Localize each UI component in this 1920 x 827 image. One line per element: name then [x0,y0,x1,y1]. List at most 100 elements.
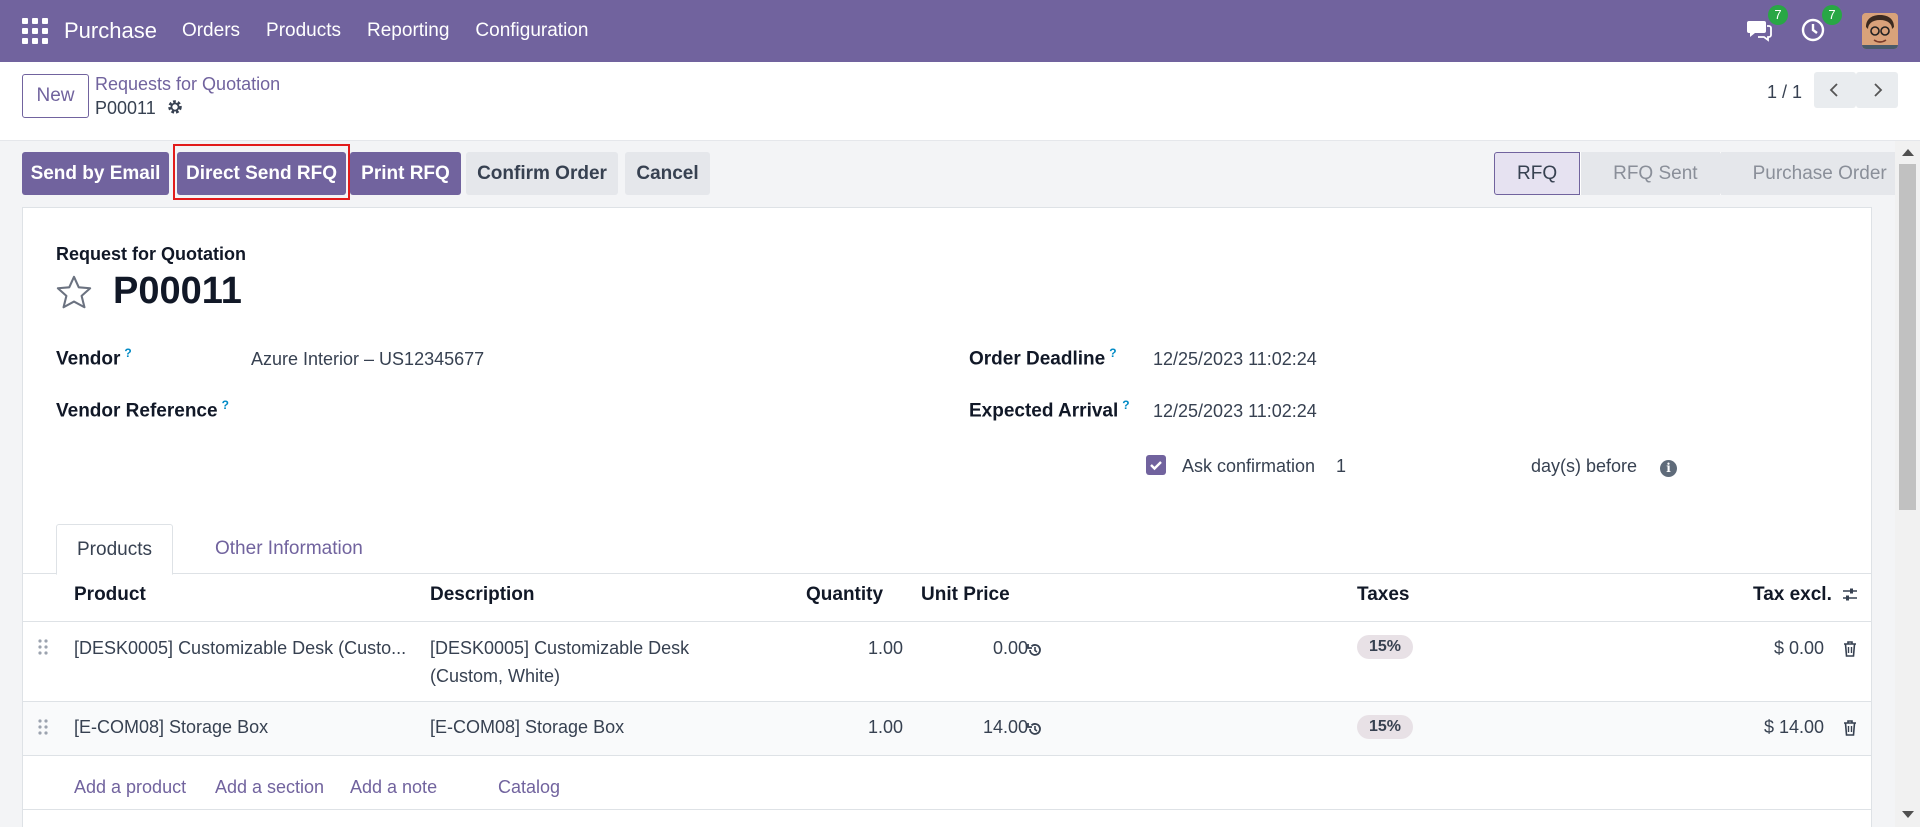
column-description[interactable]: Description [430,584,535,606]
top-navbar: Purchase Orders Products Reporting Confi… [0,0,1920,62]
confirm-order-button[interactable]: Confirm Order [466,152,618,195]
table-row[interactable]: [E-COM08] Storage Box [E-COM08] Storage … [23,702,1871,756]
days-before-label: day(s) before [1531,456,1638,476]
row-product[interactable]: [E-COM08] Storage Box [74,717,268,738]
drag-handle-icon[interactable] [37,718,49,736]
messages-button[interactable]: 7 [1746,5,1788,45]
column-product[interactable]: Product [74,584,146,606]
chevron-right-icon [1874,83,1883,97]
breadcrumb-parent[interactable]: Requests for Quotation [95,74,280,95]
messages-badge: 7 [1768,5,1788,25]
scroll-up-arrow-icon[interactable] [1902,149,1914,156]
order-deadline-label: Order Deadline? [969,346,1117,370]
help-marker: ? [1122,398,1130,412]
app-title[interactable]: Purchase [64,18,157,44]
ask-confirmation-days-input[interactable]: 1 [1336,456,1516,477]
vendor-label: Vendor? [56,346,132,370]
stage-rfq[interactable]: RFQ [1494,152,1581,195]
cancel-button[interactable]: Cancel [625,152,710,195]
send-by-email-button[interactable]: Send by Email [22,152,169,195]
row-description[interactable]: [E-COM08] Storage Box [430,717,624,738]
document-name: P00011 [113,270,242,312]
add-section-link[interactable]: Add a section [215,777,324,798]
catalog-link[interactable]: Catalog [498,777,560,798]
vendor-reference-field[interactable] [251,398,931,424]
activities-button[interactable]: 7 [1800,5,1842,45]
ask-confirmation-checkbox[interactable] [1146,455,1166,475]
menu-reporting[interactable]: Reporting [354,20,462,42]
order-deadline-field[interactable]: 12/25/2023 11:02:24 [1153,349,1317,370]
check-icon [1150,461,1162,471]
table-row[interactable]: [DESK0005] Customizable Desk (Custo... [… [23,622,1871,702]
stage-purchase-order-label: Purchase Order [1752,163,1887,184]
activities-badge: 7 [1822,5,1842,25]
help-marker: ? [221,398,229,412]
tax-badge[interactable]: 15% [1357,635,1414,659]
history-icon[interactable] [1026,720,1044,738]
row-subtotal: $ 0.00 [1773,638,1824,658]
scroll-down-arrow-icon[interactable] [1902,811,1914,818]
app-grid-icon[interactable] [22,18,48,44]
expected-arrival-label-text: Expected Arrival [969,400,1119,422]
page-scrollbar[interactable] [1895,141,1920,827]
row-description[interactable]: [DESK0005] Customizable Desk [430,638,689,659]
document-type: Request for Quotation [56,244,246,264]
stage-purchase-order[interactable]: Purchase Order [1719,152,1909,195]
vendor-reference-label: Vendor Reference? [56,398,229,422]
column-tax-excl[interactable]: Tax excl. [1753,584,1832,606]
status-bar: RFQ RFQ Sent Purchase Order [1494,152,1909,195]
gear-icon[interactable] [166,98,184,116]
stage-rfq-label: RFQ [1517,163,1558,184]
stage-rfq-sent[interactable]: RFQ Sent [1580,152,1732,195]
form-sheet: Request for Quotation P00011 Vendor? Azu… [22,207,1872,827]
pager-next-button[interactable] [1856,72,1898,108]
order-lines-header: Product Description Quantity Unit Price … [23,568,1871,622]
notebook-tabs: Products Other Information [23,516,1871,575]
menu-orders[interactable]: Orders [169,20,253,42]
star-icon[interactable] [55,274,93,312]
avatar-face-icon [1862,13,1898,49]
row-quantity[interactable]: 1.00 [868,638,903,659]
column-taxes[interactable]: Taxes [1357,584,1409,606]
print-rfq-button[interactable]: Print RFQ [350,152,461,195]
menu-products[interactable]: Products [253,20,354,42]
trash-icon[interactable] [1841,719,1859,737]
scrollbar-thumb[interactable] [1899,164,1916,510]
add-note-link[interactable]: Add a note [350,777,437,798]
menu-configuration[interactable]: Configuration [462,20,601,42]
control-panel: New Requests for Quotation P00011 1 / 1 [0,62,1920,141]
column-quantity[interactable]: Quantity [806,584,883,606]
vendor-label-text: Vendor [56,348,121,370]
row-unit-price[interactable]: 0.00 [993,638,1028,659]
add-product-link[interactable]: Add a product [74,777,186,798]
vendor-reference-label-text: Vendor Reference [56,400,218,422]
new-button[interactable]: New [22,74,89,118]
row-unit-price[interactable]: 14.00 [983,717,1028,738]
vendor-field[interactable]: Azure Interior – US12345677 [251,349,484,370]
clock-icon [1801,18,1825,42]
column-unit-price[interactable]: Unit Price [921,584,1010,606]
pager-value[interactable]: 1 / 1 [1767,82,1802,103]
help-marker: ? [1109,346,1117,360]
row-product[interactable]: [DESK0005] Customizable Desk (Custo... [74,638,406,659]
chevron-left-icon [1829,83,1838,97]
row-description-line2[interactable]: (Custom, White) [430,666,560,687]
history-icon[interactable] [1026,641,1044,659]
info-icon[interactable]: i [1660,460,1677,477]
pager-previous-button[interactable] [1814,72,1856,108]
breadcrumb-current: P00011 [95,98,156,118]
user-avatar[interactable] [1862,13,1898,49]
tax-badge[interactable]: 15% [1357,715,1414,739]
column-settings-icon[interactable] [1841,586,1859,604]
add-line-row: Add a product Add a section Add a note C… [23,756,1871,810]
ask-confirmation-label: Ask confirmation [1182,456,1316,476]
order-deadline-label-text: Order Deadline [969,348,1106,370]
expected-arrival-label: Expected Arrival? [969,398,1130,422]
expected-arrival-field[interactable]: 12/25/2023 11:02:24 [1153,401,1317,422]
stage-rfq-sent-label: RFQ Sent [1613,163,1698,184]
chat-icon [1747,21,1772,42]
help-marker: ? [124,346,132,360]
trash-icon[interactable] [1841,640,1859,658]
row-quantity[interactable]: 1.00 [868,717,903,738]
drag-handle-icon[interactable] [37,638,49,656]
